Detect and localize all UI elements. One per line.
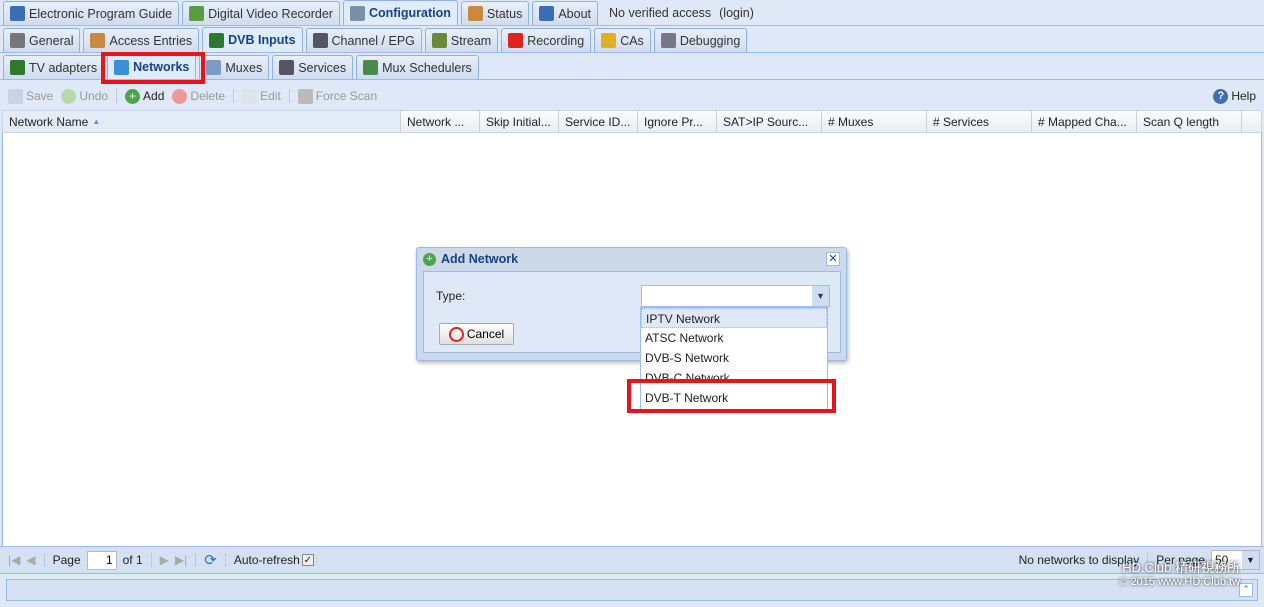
column-header[interactable]: SAT>IP Sourc... <box>717 111 822 132</box>
edit-icon <box>242 88 258 104</box>
chevron-down-icon: ▼ <box>812 286 829 306</box>
page-count: of 1 <box>122 553 143 567</box>
tab-electronic-program-guide[interactable]: Electronic Program Guide <box>3 1 180 25</box>
cancel-icon <box>448 326 464 342</box>
tab-muxes[interactable]: Muxes <box>199 55 270 79</box>
tab-dvb-inputs[interactable]: DVB Inputs <box>202 27 303 52</box>
delete-icon <box>172 88 188 104</box>
dialog-title: Add Network <box>441 252 519 266</box>
tab-about[interactable]: About <box>532 1 599 25</box>
chevron-down-icon: ▼ <box>1242 551 1259 569</box>
column-header[interactable]: # Mapped Cha... <box>1032 111 1137 132</box>
tab-digital-video-recorder[interactable]: Digital Video Recorder <box>182 1 340 25</box>
rec-icon <box>508 33 524 48</box>
tab-stream[interactable]: Stream <box>424 28 499 52</box>
watermark: HD.Club 精研視務所 © 2015 www.HD.Club.tw <box>1119 560 1240 588</box>
add-button[interactable]: + Add <box>123 88 166 104</box>
type-label: Type: <box>436 289 466 303</box>
save-icon <box>8 88 23 104</box>
grid-header: Network Name ▲ Network ... Skip Initial... S… <box>2 110 1262 133</box>
page-label: Page <box>52 553 81 567</box>
column-header[interactable]: Network ... <box>401 111 480 132</box>
calendar-icon <box>363 60 379 75</box>
column-header[interactable]: # Services <box>927 111 1032 132</box>
delete-button[interactable]: Delete <box>170 88 227 104</box>
first-page-icon[interactable]: |◀ <box>8 553 20 567</box>
expand-icon[interactable]: ⌃ <box>1239 583 1253 597</box>
monitor-icon <box>206 60 222 75</box>
tab-configuration[interactable]: Configuration <box>342 0 458 25</box>
eye-icon <box>467 6 483 21</box>
close-icon[interactable]: ✕ <box>826 252 840 266</box>
wrench-icon <box>349 5 365 21</box>
tab-access-entries[interactable]: Access Entries <box>83 28 200 52</box>
cancel-button[interactable]: Cancel <box>439 323 514 345</box>
download-icon <box>189 6 205 21</box>
sort-asc-icon: ▲ <box>92 117 101 126</box>
tab-channel-epg[interactable]: Channel / EPG <box>305 28 422 52</box>
tab-recording[interactable]: Recording <box>501 28 592 52</box>
help-icon: ? <box>1213 88 1229 104</box>
type-option[interactable]: ATSC Network <box>641 328 827 348</box>
undo-button[interactable]: Undo <box>59 88 110 104</box>
type-option[interactable]: IPTV Network <box>641 308 827 328</box>
config-tab-bar: General Access Entries DVB Inputs Channel /… <box>0 27 1264 53</box>
film-icon <box>431 33 447 48</box>
login-link[interactable]: (login) <box>719 1 754 25</box>
tab-services[interactable]: Services <box>272 55 354 79</box>
access-status: No verified access <box>609 6 712 20</box>
tv-icon <box>279 60 295 75</box>
users-icon <box>90 33 106 48</box>
separator <box>288 89 290 103</box>
pager: |◀ ◀ Page of 1 ▶ ▶| ⟳ Auto-refresh ✓ No … <box>0 546 1264 574</box>
tools-icon <box>10 33 25 48</box>
column-header[interactable]: Skip Initial... <box>480 111 559 132</box>
networks-highlight <box>101 52 205 84</box>
type-select[interactable]: ▼ <box>641 285 830 307</box>
dvb-t-highlight <box>627 379 836 413</box>
column-header[interactable]: Service ID... <box>559 111 638 132</box>
undo-icon <box>61 88 77 104</box>
help-button[interactable]: ? Help <box>1211 88 1258 104</box>
refresh-icon[interactable]: ⟳ <box>204 551 217 569</box>
binoculars-icon <box>297 88 313 104</box>
bottom-panel: ⌃ <box>6 579 1258 601</box>
column-header[interactable]: Network Name ▲ <box>3 111 401 132</box>
column-header[interactable]: # Muxes <box>822 111 927 132</box>
tab-cas[interactable]: CAs <box>594 28 651 52</box>
edit-button[interactable]: Edit <box>240 88 283 104</box>
separator <box>233 89 235 103</box>
gears-icon <box>660 33 676 48</box>
tab-general[interactable]: General <box>3 28 81 52</box>
epg-icon <box>10 6 25 21</box>
toolbar: Save Undo + Add Delete Edit Force Scan ? H… <box>0 84 1264 108</box>
tab-mux-schedulers[interactable]: Mux Schedulers <box>356 55 479 79</box>
last-page-icon[interactable]: ▶| <box>175 553 187 567</box>
tv-icon <box>312 33 328 48</box>
prev-page-icon[interactable]: ◀ <box>26 553 35 567</box>
column-header[interactable]: Scan Q length <box>1137 111 1242 132</box>
column-header[interactable]: Ignore Pr... <box>638 111 717 132</box>
tab-status[interactable]: Status <box>460 1 530 25</box>
add-icon: + <box>125 88 141 104</box>
separator <box>116 89 118 103</box>
type-option[interactable]: DVB-S Network <box>641 348 827 368</box>
page-input[interactable] <box>86 550 117 570</box>
save-button[interactable]: Save <box>6 88 55 104</box>
tab-tv-adapters[interactable]: TV adapters <box>3 55 105 79</box>
auto-refresh-checkbox[interactable]: ✓ <box>301 554 314 566</box>
key-icon <box>601 33 617 48</box>
force-scan-button[interactable]: Force Scan <box>296 88 379 104</box>
next-page-icon[interactable]: ▶ <box>160 553 169 567</box>
card-icon <box>10 60 25 75</box>
main-tab-bar: Electronic Program Guide Digital Video Re… <box>0 0 1264 26</box>
auto-refresh-label: Auto-refresh <box>233 553 300 567</box>
info-icon <box>539 6 555 21</box>
tab-debugging[interactable]: Debugging <box>653 28 748 52</box>
add-icon: + <box>423 252 436 266</box>
card-icon <box>209 32 225 48</box>
